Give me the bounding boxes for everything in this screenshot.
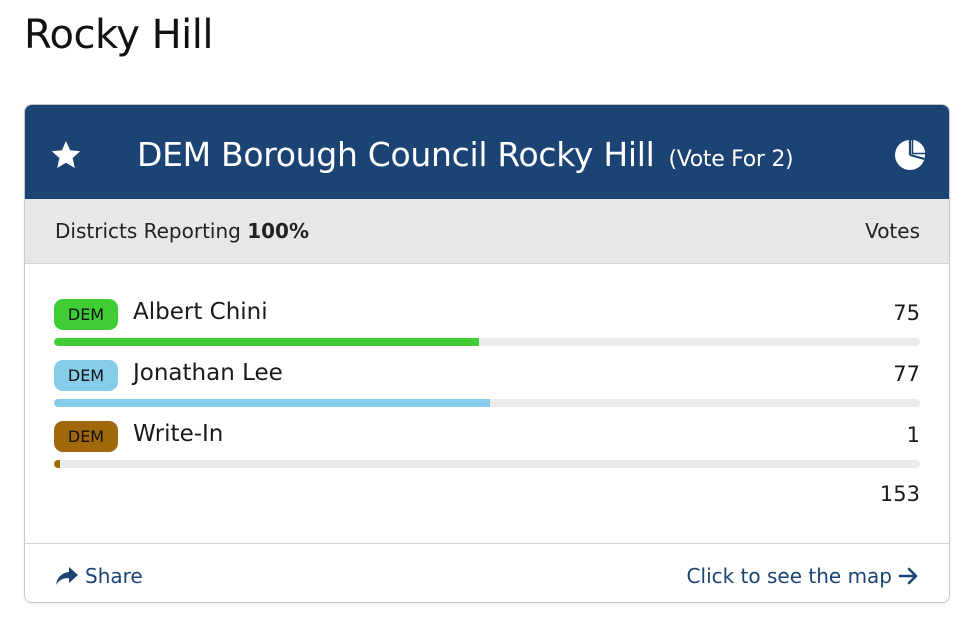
districts-reporting: Districts Reporting 100% bbox=[55, 219, 309, 243]
candidate-votes: 77 bbox=[893, 362, 920, 386]
reporting-bar: Districts Reporting 100% Votes bbox=[25, 199, 949, 264]
candidate-votes: 1 bbox=[906, 423, 920, 447]
candidate-row: DEM Write-In 1 bbox=[25, 386, 949, 468]
card-footer: Share Click to see the map bbox=[25, 543, 949, 602]
total-votes: 153 bbox=[879, 482, 920, 506]
candidate-votes: 75 bbox=[893, 301, 920, 325]
see-map-label: Click to see the map bbox=[686, 564, 892, 588]
share-button[interactable]: Share bbox=[55, 564, 143, 588]
candidate-name: Albert Chini bbox=[133, 299, 268, 325]
vote-share-bar bbox=[54, 460, 920, 468]
candidate-name: Jonathan Lee bbox=[133, 360, 283, 386]
race-title-text: DEM Borough Council Rocky Hill bbox=[137, 135, 655, 174]
see-map-link[interactable]: Click to see the map bbox=[687, 564, 920, 588]
vote-share-fill bbox=[54, 460, 60, 468]
race-title: DEM Borough Council Rocky Hill (Vote For … bbox=[137, 135, 794, 174]
candidate-row: DEM Albert Chini 75 bbox=[25, 264, 949, 346]
districts-reporting-label: Districts Reporting bbox=[55, 219, 241, 243]
candidate-list: DEM Albert Chini 75 DEM Jonathan Lee 77 … bbox=[25, 264, 949, 544]
pie-chart-icon[interactable] bbox=[893, 138, 927, 172]
vote-for-label: (Vote For 2) bbox=[668, 147, 794, 172]
candidate-name: Write-In bbox=[133, 421, 224, 447]
districts-reporting-percent: 100% bbox=[247, 219, 309, 243]
page-title: Rocky Hill bbox=[24, 12, 214, 58]
candidate-row: DEM Jonathan Lee 77 bbox=[25, 325, 949, 407]
party-badge: DEM bbox=[54, 421, 118, 452]
votes-column-header: Votes bbox=[865, 219, 920, 243]
race-card: DEM Borough Council Rocky Hill (Vote For … bbox=[24, 104, 950, 603]
star-icon[interactable] bbox=[50, 139, 82, 171]
share-label: Share bbox=[85, 564, 143, 588]
arrow-right-icon bbox=[898, 567, 918, 585]
race-header: DEM Borough Council Rocky Hill (Vote For … bbox=[25, 105, 949, 199]
share-arrow-icon bbox=[56, 567, 78, 585]
